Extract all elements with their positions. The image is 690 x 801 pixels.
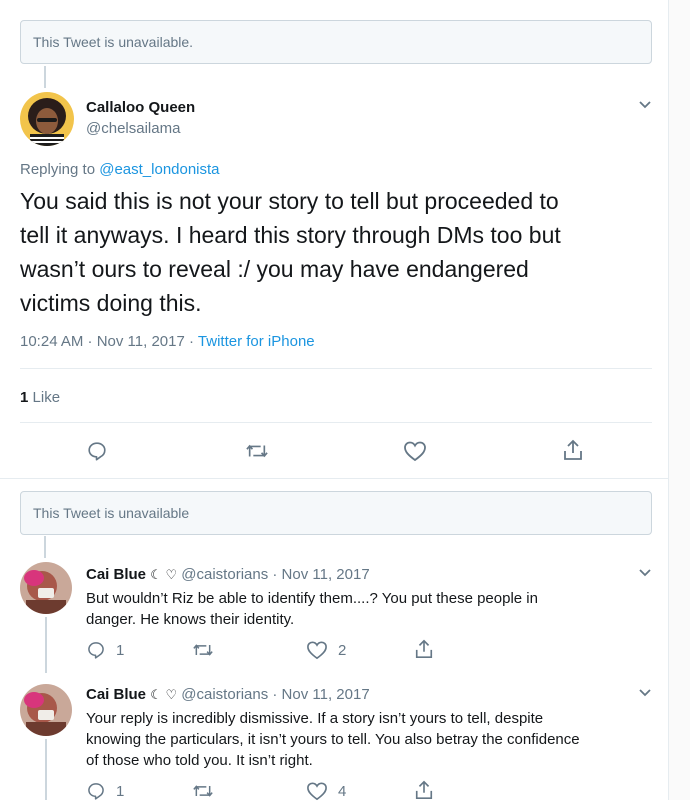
reply-icon <box>88 642 104 659</box>
retweet-button[interactable] <box>192 781 214 801</box>
divider <box>20 422 652 423</box>
name-emoji: ☾ ♡ <box>150 567 178 582</box>
like-stats[interactable]: 1 Like <box>20 389 60 406</box>
tweet-timestamp[interactable]: 10:24 AM · Nov 11, 2017 · <box>20 333 194 350</box>
retweet-icon <box>193 785 213 797</box>
unavailable-text: This Tweet is unavailable. <box>33 34 194 50</box>
chevron-down-icon[interactable] <box>638 568 652 578</box>
thread-line <box>44 66 46 88</box>
reply-author-name[interactable]: Cai Blue <box>86 566 146 583</box>
reply-header: Cai Blue ☾ ♡ @caistorians · Nov 11, 2017 <box>86 566 370 583</box>
tweet-text-line: You said this is not your story to tell … <box>20 188 559 214</box>
unavailable-tweet-top: This Tweet is unavailable. <box>20 20 652 64</box>
page-background-edge <box>669 0 690 800</box>
reply-text-line: But wouldn’t Riz be able to identify the… <box>86 590 538 607</box>
reply-header: Cai Blue ☾ ♡ @caistorians · Nov 11, 2017 <box>86 686 370 703</box>
reply-text-line: danger. He knows their identity. <box>86 611 295 628</box>
tweet-source[interactable]: Twitter for iPhone <box>198 333 315 350</box>
like-button[interactable]: 2 <box>306 640 346 660</box>
name-emoji: ☾ ♡ <box>150 687 178 702</box>
like-label: Like <box>32 389 61 406</box>
chevron-down-icon[interactable] <box>638 100 652 110</box>
thread-line <box>45 739 47 800</box>
tweet-text-line: tell it anyways. I heard this story thro… <box>20 222 561 248</box>
avatar[interactable] <box>20 684 72 736</box>
author-handle[interactable]: @chelsailama <box>86 120 195 137</box>
like-count: 2 <box>338 641 347 659</box>
reply-author-handle[interactable]: @caistorians <box>181 566 268 583</box>
reply-date[interactable]: · Nov 11, 2017 <box>272 686 369 703</box>
reply-button[interactable]: 1 <box>86 781 124 801</box>
share-button[interactable] <box>414 638 434 660</box>
replying-to: Replying to @east_londonista <box>20 161 220 178</box>
like-button[interactable]: 4 <box>306 781 346 801</box>
reply-author-name[interactable]: Cai Blue <box>86 686 146 703</box>
divider <box>20 368 652 369</box>
retweet-button[interactable] <box>192 640 214 660</box>
unavailable-text: This Tweet is unavailable <box>33 505 190 521</box>
like-count: 1 <box>20 389 29 406</box>
author-name[interactable]: Callaloo Queen <box>86 99 195 116</box>
heart-icon <box>307 782 327 801</box>
replying-to-link[interactable]: @east_londonista <box>99 161 219 178</box>
thread-line <box>44 536 46 558</box>
chevron-down-icon[interactable] <box>638 688 652 698</box>
tweet-text-line: wasn’t ours to reveal :/ you may have en… <box>20 256 529 282</box>
avatar[interactable] <box>20 562 72 614</box>
reply-icon <box>88 783 104 800</box>
tweet-metadata: 10:24 AM · Nov 11, 2017 · Twitter for iP… <box>20 333 315 350</box>
reply-count: 1 <box>116 782 125 800</box>
share-icon <box>564 439 582 460</box>
heart-icon <box>307 641 327 660</box>
avatar[interactable] <box>20 92 74 146</box>
divider <box>0 478 668 479</box>
replying-prefix: Replying to <box>20 161 96 178</box>
share-icon <box>415 639 433 658</box>
author-block: Callaloo Queen @chelsailama <box>86 99 195 137</box>
reply-text: But wouldn’t Riz be able to identify the… <box>86 588 538 630</box>
thread-line <box>45 617 47 673</box>
conversation-panel: This Tweet is unavailable. Callaloo Quee… <box>0 0 669 801</box>
reply-count: 1 <box>116 641 125 659</box>
reply-text-line: of those who told you. It isn’t right. <box>86 752 313 769</box>
reply-author-handle[interactable]: @caistorians <box>181 686 268 703</box>
reply-text-line: knowing the particulars, it isn’t yours … <box>86 731 580 748</box>
share-icon <box>415 780 433 799</box>
reply-icon <box>88 442 106 461</box>
retweet-icon <box>246 444 268 458</box>
reply-text: Your reply is incredibly dismissive. If … <box>86 708 580 771</box>
retweet-icon <box>193 644 213 656</box>
unavailable-tweet-mid: This Tweet is unavailable <box>20 491 652 535</box>
tweet-text: You said this is not your story to tell … <box>20 184 561 320</box>
tweet-text-line: victims doing this. <box>20 290 202 316</box>
like-count: 4 <box>338 782 347 800</box>
retweet-button[interactable] <box>245 440 269 462</box>
reply-date[interactable]: · Nov 11, 2017 <box>272 566 369 583</box>
heart-icon <box>404 441 426 462</box>
share-button[interactable] <box>562 438 584 462</box>
like-button[interactable] <box>403 440 427 462</box>
reply-text-line: Your reply is incredibly dismissive. If … <box>86 710 544 727</box>
share-button[interactable] <box>414 779 434 801</box>
reply-button[interactable]: 1 <box>86 640 124 660</box>
reply-button[interactable] <box>86 440 108 462</box>
